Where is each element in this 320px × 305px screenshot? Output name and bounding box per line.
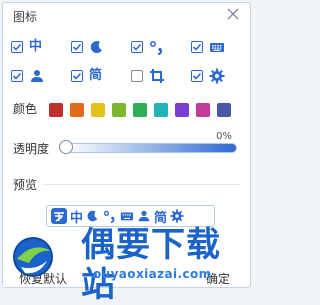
settings-panel: 图标 中 简 颜色 0% 透明度 预览 中 简 恢复默认 确定 偶要下载站 ou… [2,2,251,305]
icon-row-1: 中 [11,37,251,57]
checkbox[interactable] [131,41,143,53]
simplified-mode-icon: 简 [89,68,103,83]
check-icon [72,43,82,51]
color-swatch-1[interactable] [49,103,63,117]
check-icon [132,43,142,51]
user-icon [137,209,151,223]
check-icon [192,72,202,80]
icon-option-user[interactable] [11,66,71,86]
check-icon [72,72,82,80]
watermark-logo-icon [13,237,53,277]
user-icon [29,68,45,84]
color-swatch-6[interactable] [154,103,168,117]
chinese-mode-icon: 中 [29,39,43,54]
checkbox[interactable] [191,41,203,53]
check-icon [12,43,22,51]
punctuation-icon [149,39,165,55]
watermark-url: ouyaoxiazai.com [93,267,212,281]
close-button[interactable] [226,6,242,22]
checkbox[interactable] [71,41,83,53]
color-swatch-5[interactable] [133,103,147,117]
close-icon [227,8,239,20]
icon-option-moon[interactable] [71,37,131,57]
preview-box: 中 简 [46,205,215,227]
color-swatch-2[interactable] [70,103,84,117]
divider [43,184,240,185]
slider-handle[interactable] [59,140,73,154]
punctuation-icon [103,209,117,223]
color-swatch-9[interactable] [217,103,231,117]
icon-row-2: 简 [11,66,251,86]
icon-option-simplified[interactable]: 简 [71,66,131,86]
opacity-label: 透明度 [13,142,50,156]
color-swatch-4[interactable] [112,103,126,117]
checkbox[interactable] [131,70,143,82]
icon-option-crop[interactable] [131,66,191,86]
icon-option-gear[interactable] [191,66,251,86]
logo-icon [51,208,67,224]
keyboard-icon [120,209,134,223]
color-swatch-3[interactable] [91,103,105,117]
watermark-text: 偶要下载站 [81,225,221,305]
color-swatch-8[interactable] [196,103,210,117]
moon-icon [86,209,100,223]
opacity-value: 0% [216,131,232,142]
checkbox[interactable] [11,70,23,82]
icon-option-chinese[interactable]: 中 [11,37,71,57]
color-label: 颜色 [13,102,38,116]
icon-option-punctuation[interactable] [131,37,191,57]
keyboard-icon [209,39,225,55]
check-icon [192,43,202,51]
checkbox[interactable] [191,70,203,82]
moon-icon [89,39,105,55]
preview-label: 预览 [13,178,38,192]
preview-chinese: 中 [70,210,84,226]
checkbox[interactable] [71,70,83,82]
gear-icon [170,209,184,223]
color-swatch-7[interactable] [175,103,189,117]
checkbox[interactable] [11,41,23,53]
crop-icon [149,68,165,84]
opacity-slider[interactable] [59,140,237,154]
preview-simplified: 简 [154,210,168,226]
check-icon [12,72,22,80]
icon-option-keyboard[interactable] [191,37,251,57]
panel-title: 图标 [13,10,38,24]
color-swatches [49,103,238,117]
gear-icon [209,68,225,84]
